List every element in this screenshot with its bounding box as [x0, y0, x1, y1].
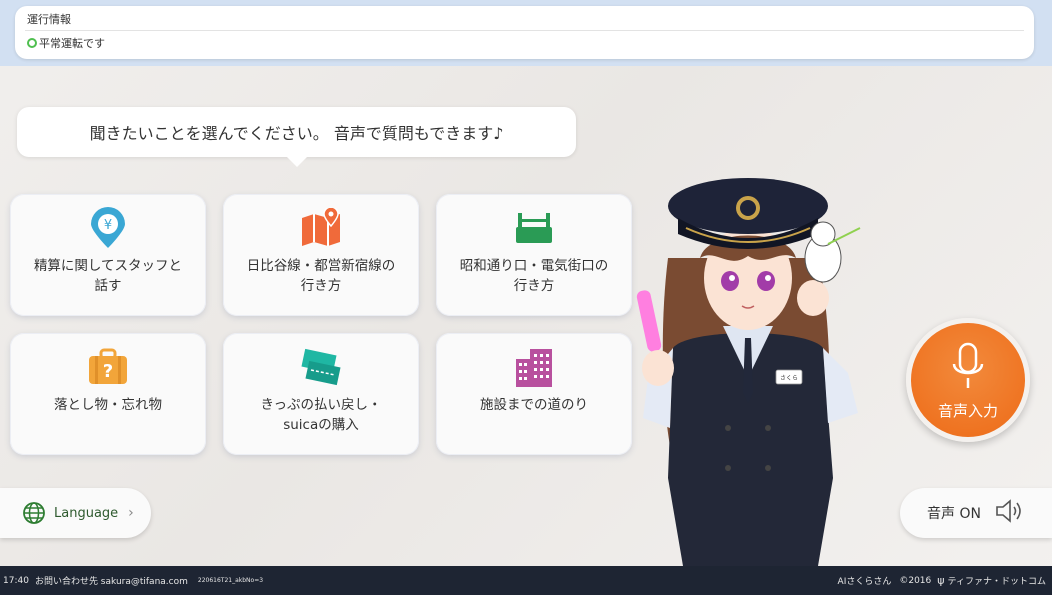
tile-label: 落とし物・忘れ物 — [54, 397, 162, 413]
company-name: ティファナ・ドットコム — [947, 577, 1046, 587]
build-id: 220616T21_akbNo=3 — [197, 577, 264, 584]
tile-label: 昭和通り口・電気街口の 行き方 — [459, 258, 609, 294]
language-button[interactable]: Language › — [0, 488, 151, 538]
status-title: 運行情報 — [27, 13, 71, 26]
svg-text:¥: ¥ — [104, 218, 112, 233]
prompt-text: 聞きたいことを選んでください。 音声で質問もできます♪ — [89, 124, 504, 143]
clock: 17:40 — [3, 575, 29, 586]
buildings-icon — [510, 345, 558, 389]
tile-label: 日比谷線・都営新宿線の 行き方 — [246, 258, 396, 294]
station-staff-character: さくら — [628, 178, 868, 566]
language-label: Language — [54, 505, 119, 521]
tile-facility-directions[interactable]: 施設までの道のり — [436, 333, 632, 455]
sound-toggle-button[interactable]: 音声 ON — [900, 488, 1052, 538]
copyright: ©2016 — [899, 575, 932, 586]
bubble-tail — [286, 156, 308, 167]
footer-credits: AIさくらさん ©2016 ψ ティファナ・ドットコム — [838, 574, 1046, 587]
tile-showa-denki-exit[interactable]: 昭和通り口・電気街口の 行き方 — [436, 194, 632, 316]
ticket-gate-icon — [510, 206, 558, 250]
tile-talk-to-staff[interactable]: ¥ 精算に関してスタッフと 話す — [10, 194, 206, 316]
status-line: 平常運転です — [27, 35, 105, 51]
lost-item-bag-icon: ? — [84, 345, 132, 389]
operation-status-card: 運行情報 平常運転です — [15, 6, 1034, 59]
tile-ticket-refund-suica[interactable]: きっぷの払い戻し・ suicaの購入 — [223, 333, 419, 455]
tile-hibiya-shinjuku-line[interactable]: 日比谷線・都営新宿線の 行き方 — [223, 194, 419, 316]
ok-circle-icon — [27, 38, 37, 48]
voice-input-label: 音声入力 — [937, 401, 998, 420]
svg-text:?: ? — [103, 361, 113, 382]
sound-toggle-label: 音声 ON — [927, 506, 981, 522]
name-badge: さくら — [780, 375, 798, 382]
company-logo-icon: ψ — [937, 574, 945, 587]
status-divider — [25, 30, 1024, 31]
tile-label: 施設までの道のり — [480, 397, 588, 413]
tile-label: きっぷの払い戻し・ suicaの購入 — [260, 397, 382, 433]
product-name: AIさくらさん — [837, 577, 892, 587]
contact-info: お問い合わせ先 sakura@tifana.com — [34, 577, 188, 587]
globe-icon — [23, 502, 45, 524]
tile-label: 精算に関してスタッフと 話す — [33, 258, 183, 294]
chevron-right-icon: › — [128, 505, 134, 521]
voice-input-button[interactable]: 音声入力 — [906, 318, 1030, 442]
status-message: 平常運転です — [39, 37, 105, 50]
yen-pin-icon: ¥ — [84, 206, 132, 250]
microphone-icon — [951, 342, 985, 396]
prompt-bubble: 聞きたいことを選んでください。 音声で質問もできます♪ — [17, 107, 576, 157]
tile-lost-items[interactable]: ? 落とし物・忘れ物 — [10, 333, 206, 455]
map-icon — [297, 206, 345, 250]
tickets-icon — [297, 345, 345, 389]
footer-bar: 17:40 お問い合わせ先 sakura@tifana.com 220616T2… — [0, 566, 1052, 595]
speaker-icon — [995, 499, 1025, 527]
